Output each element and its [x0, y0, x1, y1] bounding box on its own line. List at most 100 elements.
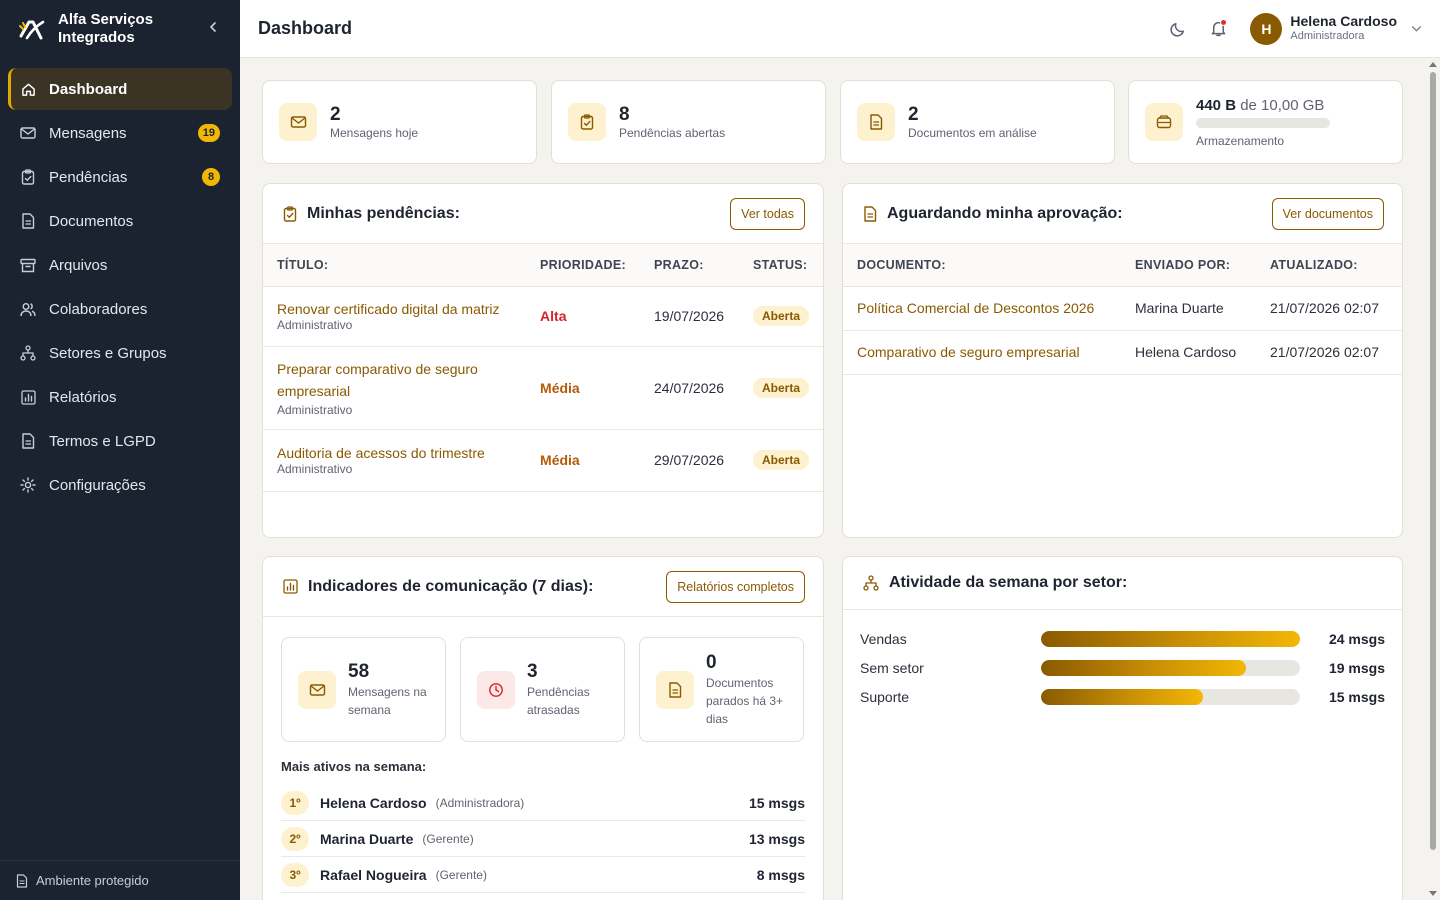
task-title-link[interactable]: Auditoria de acessos do trimestre [277, 445, 512, 461]
column-header: TÍTULO: [263, 244, 527, 287]
stat-value: 2 [908, 104, 919, 125]
document-link[interactable]: Política Comercial de Descontos 2026 [857, 300, 1094, 316]
column-header: PRAZO: [640, 244, 739, 287]
clipboard-icon [283, 205, 297, 222]
archive-icon [20, 257, 36, 273]
sector-row: Vendas 24 msgs [860, 629, 1385, 649]
ranking-row: 2º Marina Duarte (Gerente) 13 msgs [281, 821, 805, 857]
deadline: 24/07/2026 [640, 346, 739, 430]
indicator-label: Documentos parados há 3+ dias [706, 675, 784, 726]
stat-label: Mensagens hoje [330, 126, 419, 140]
sidebar-item-label: Documentos [49, 212, 134, 230]
avatar[interactable]: H [1250, 12, 1283, 45]
indicator-value: 3 [527, 660, 538, 682]
stat-card-messages: 2 Mensagens hoje [262, 80, 537, 164]
sidebar-item-documentos[interactable]: Documentos [8, 200, 232, 242]
scroll-down-arrow-icon[interactable] [1429, 891, 1437, 896]
sidebar-item-arquivos[interactable]: Arquivos [8, 244, 232, 286]
panel-title: Aguardando minha aprovação: [887, 204, 1123, 222]
deadline: 19/07/2026 [640, 286, 739, 347]
task-title-link[interactable]: Renovar certificado digital da matriz [277, 301, 512, 317]
view-documents-button[interactable]: Ver documentos [1271, 197, 1384, 230]
updated-at: 21/07/2026 02:07 [1256, 330, 1402, 375]
mail-icon [279, 103, 317, 141]
sector-count: 24 msgs [1328, 631, 1385, 647]
sector-bar-fill [1041, 631, 1300, 647]
indicator-value: 58 [348, 660, 370, 682]
page-scrollbar[interactable] [1428, 60, 1438, 898]
collapse-sidebar-button[interactable] [204, 18, 222, 36]
updated-at: 21/07/2026 02:07 [1256, 286, 1402, 331]
storage-total: de 10,00 GB [1240, 96, 1325, 114]
table-row[interactable]: Auditoria de acessos do trimestre Adminis… [263, 429, 823, 492]
users-icon [20, 301, 36, 317]
rank-position: 2º [281, 826, 309, 851]
document-icon [656, 670, 694, 709]
sidebar-item-label: Arquivos [49, 256, 108, 274]
sidebar-item-setores-grupos[interactable]: Setores e Grupos [8, 332, 232, 374]
unread-badge: 19 [197, 124, 220, 142]
indicator-value: 0 [706, 651, 717, 673]
table-row[interactable]: Preparar comparativo de seguro empresari… [263, 346, 823, 430]
sidebar: Alfa Serviços Integrados Dashboard Mensa… [0, 0, 240, 900]
sector-bar-track [1041, 689, 1300, 705]
sidebar-item-dashboard[interactable]: Dashboard [8, 68, 232, 110]
user-menu[interactable]: Helena Cardoso Administradora [1290, 12, 1397, 44]
document-icon [857, 103, 895, 141]
sidebar-item-colaboradores[interactable]: Colaboradores [8, 288, 232, 330]
clipboard-icon [20, 169, 36, 185]
user-name: Helena Cardoso [1290, 12, 1397, 29]
priority-label: Média [540, 379, 580, 396]
stat-card-storage: 440 B de 10,00 GB Armazenamento [1128, 80, 1403, 164]
rank-name: Marina Duarte [320, 830, 414, 847]
brand: Alfa Serviços Integrados [0, 0, 240, 58]
task-sector: Administrativo [277, 317, 353, 332]
top-header: Dashboard H Helena Cardoso Administrador… [240, 0, 1440, 58]
notifications-button[interactable] [1206, 17, 1230, 41]
sidebar-item-pendencias[interactable]: Pendências 8 [8, 156, 232, 198]
document-icon [863, 205, 877, 222]
table-row[interactable]: Renovar certificado digital da matriz Adm… [263, 286, 823, 347]
sidebar-item-mensagens[interactable]: Mensagens 19 [8, 112, 232, 154]
chevron-down-icon[interactable] [1411, 23, 1422, 34]
user-role: Administradora [1290, 29, 1365, 42]
chart-icon [283, 579, 298, 594]
status-badge: Aberta [752, 306, 809, 326]
sector-bar-fill [1041, 689, 1203, 705]
sidebar-item-termos-lgpd[interactable]: Termos e LGPD [8, 420, 232, 462]
sender: Helena Cardoso [1121, 330, 1256, 375]
ranking-row: 1º Helena Cardoso (Administradora) 15 ms… [281, 785, 805, 821]
chart-icon [20, 389, 36, 405]
sidebar-item-label: Colaboradores [49, 300, 148, 318]
sidebar-item-label: Mensagens [49, 124, 127, 142]
sector-bar-track [1041, 660, 1300, 676]
chevron-left-icon [210, 22, 216, 32]
sidebar-item-configuracoes[interactable]: Configurações [8, 464, 232, 506]
scroll-up-arrow-icon[interactable] [1429, 62, 1437, 67]
task-title-link[interactable]: Preparar comparativo de seguro empresari… [277, 358, 512, 402]
rank-name: Helena Cardoso [320, 794, 427, 811]
sector-name: Vendas [860, 631, 907, 647]
storage-progress-bar [1196, 117, 1330, 128]
pending-badge: 8 [202, 168, 220, 186]
full-reports-button[interactable]: Relatórios completos [666, 570, 805, 603]
rank-count: 13 msgs [748, 830, 805, 847]
column-header: DOCUMENTO: [843, 244, 1121, 287]
rank-position: 3º [281, 862, 309, 887]
sidebar-item-label: Termos e LGPD [49, 432, 156, 450]
sidebar-item-label: Setores e Grupos [49, 344, 167, 362]
theme-toggle-button[interactable] [1166, 17, 1190, 41]
document-link[interactable]: Comparativo de seguro empresarial [857, 344, 1080, 360]
storage-icon [1145, 103, 1183, 141]
scroll-thumb[interactable] [1430, 72, 1436, 850]
task-sector: Administrativo [277, 461, 353, 476]
table-row[interactable]: Política Comercial de Descontos 2026 Mar… [843, 286, 1402, 331]
hierarchy-icon [863, 575, 879, 591]
table-row[interactable]: Comparativo de seguro empresarial Helena… [843, 330, 1402, 375]
sidebar-item-relatorios[interactable]: Relatórios [8, 376, 232, 418]
indicator-label: Pendências atrasadas [527, 684, 590, 717]
document-icon [20, 213, 36, 229]
footer-label: Ambiente protegido [36, 873, 149, 888]
ranking-title: Mais ativos na semana: [281, 759, 427, 774]
view-all-button[interactable]: Ver todas [730, 197, 805, 230]
